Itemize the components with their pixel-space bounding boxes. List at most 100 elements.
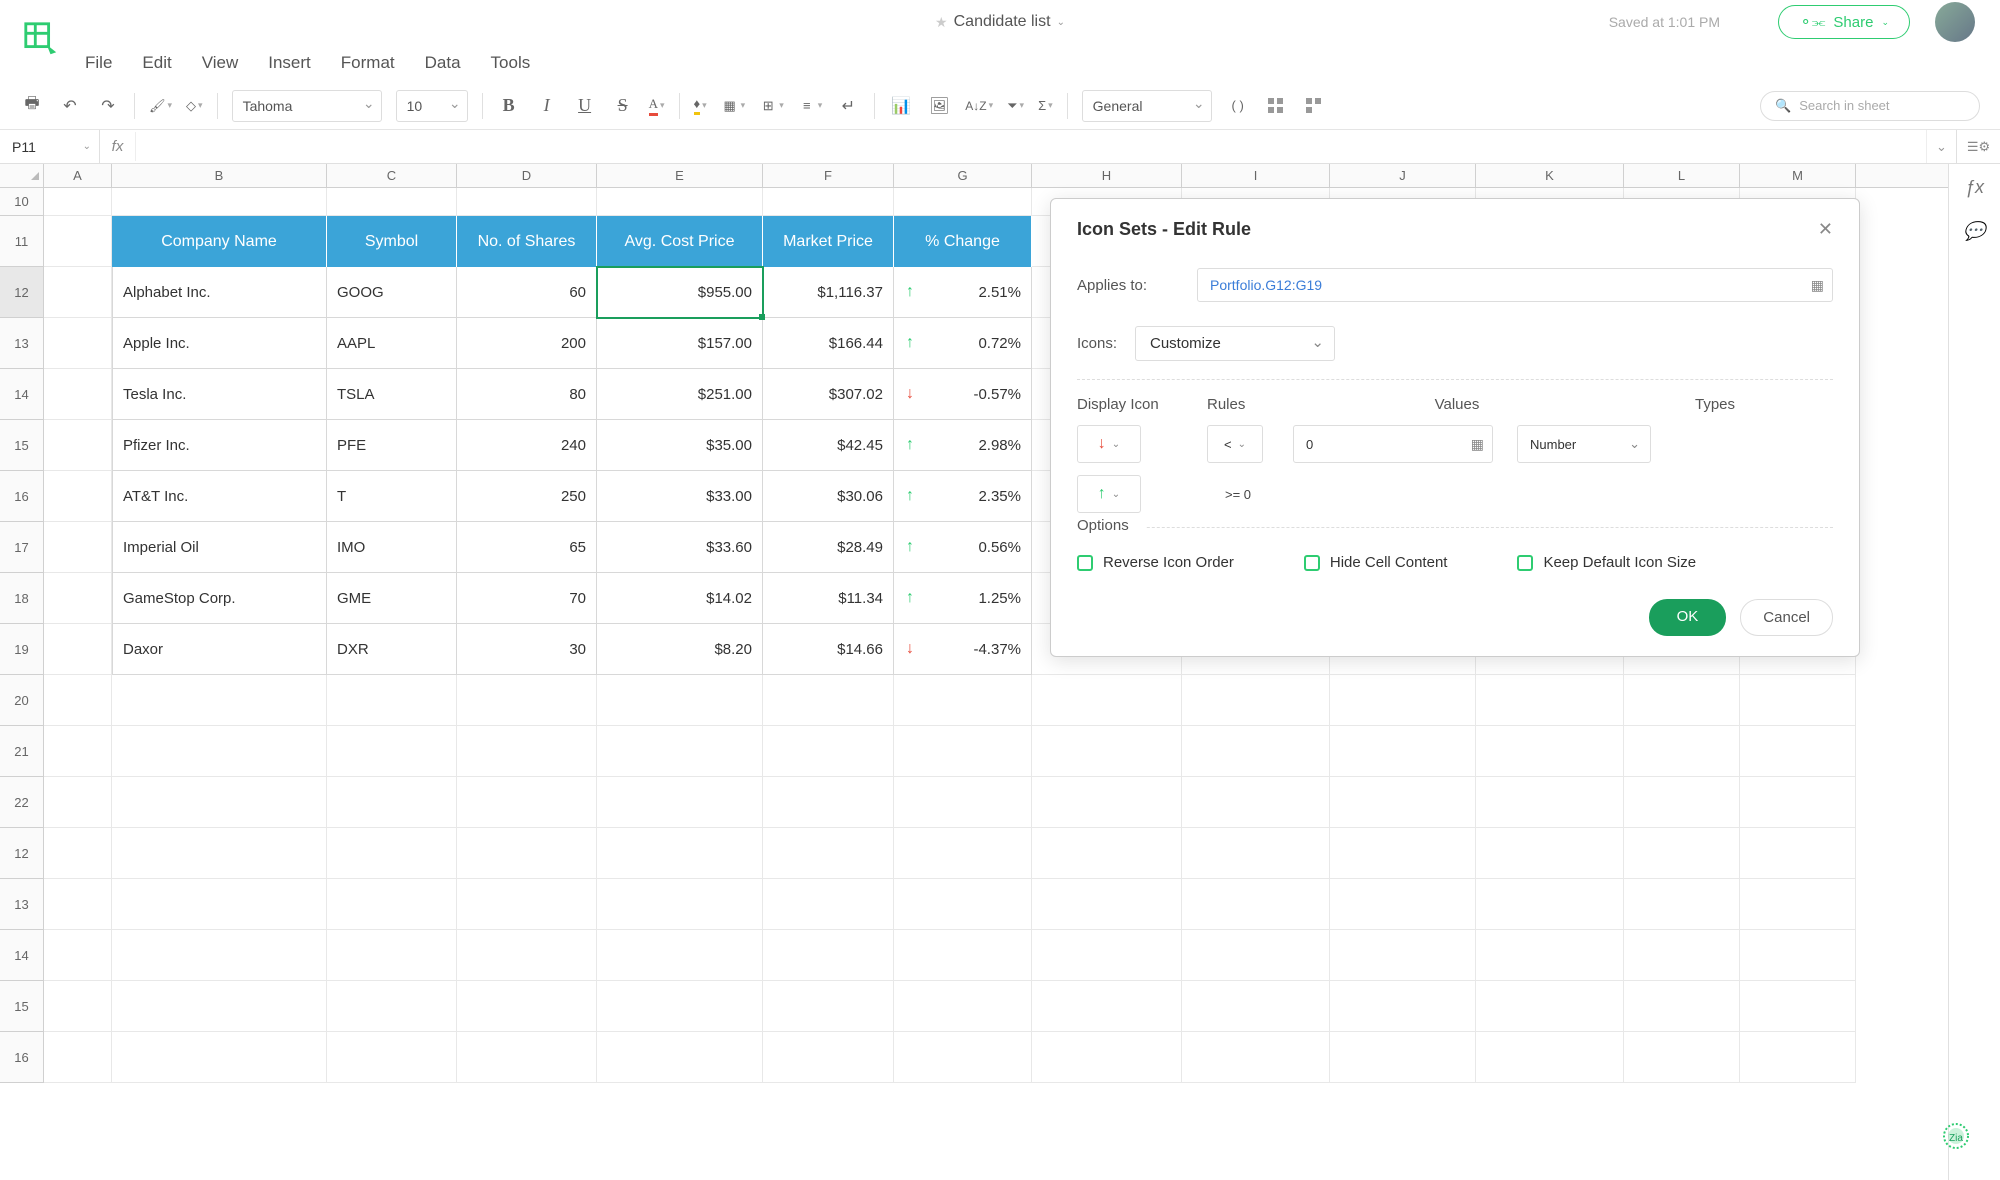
cell[interactable]	[327, 777, 457, 828]
cell[interactable]	[112, 828, 327, 879]
hide-content-checkbox[interactable]: Hide Cell Content	[1304, 554, 1448, 571]
cell[interactable]	[1740, 675, 1856, 726]
cell[interactable]	[44, 981, 112, 1032]
cell[interactable]	[1740, 981, 1856, 1032]
cell[interactable]	[44, 216, 112, 267]
merge-cells-button[interactable]: ⊞▾	[759, 97, 784, 115]
cell[interactable]	[1032, 777, 1182, 828]
row-header[interactable]: 16	[0, 1032, 44, 1083]
borders-button[interactable]: ▦▾	[721, 97, 746, 115]
cell[interactable]: GOOG	[327, 267, 457, 318]
column-header-G[interactable]: G	[894, 164, 1032, 187]
clear-format-icon[interactable]: ◇▾	[186, 98, 203, 114]
cell[interactable]	[327, 879, 457, 930]
number-format-select[interactable]: General	[1082, 90, 1212, 122]
fill-color-button[interactable]: ♦▾	[694, 96, 707, 115]
cell[interactable]	[1330, 879, 1476, 930]
row-header[interactable]: 13	[0, 879, 44, 930]
cell[interactable]: ↑2.51%	[894, 267, 1032, 318]
cell[interactable]: 200	[457, 318, 597, 369]
row-header[interactable]: 14	[0, 369, 44, 420]
row-header[interactable]: 21	[0, 726, 44, 777]
icon-select-1[interactable]: ↓⌄	[1077, 425, 1141, 463]
text-color-button[interactable]: A▾	[649, 96, 665, 116]
row-header[interactable]: 14	[0, 930, 44, 981]
cell[interactable]: 80	[457, 369, 597, 420]
cell[interactable]: PFE	[327, 420, 457, 471]
cell[interactable]: 30	[457, 624, 597, 675]
bold-button[interactable]: B	[497, 92, 521, 120]
cell[interactable]	[1476, 777, 1624, 828]
cell[interactable]: $30.06	[763, 471, 894, 522]
cell[interactable]: No. of Shares	[457, 216, 597, 267]
cell[interactable]	[597, 828, 763, 879]
sort-button[interactable]: A↓Z▾	[965, 99, 993, 113]
cell[interactable]	[597, 777, 763, 828]
cell[interactable]: ↑2.35%	[894, 471, 1032, 522]
undo-icon[interactable]: ↶	[58, 92, 82, 120]
cell[interactable]	[457, 981, 597, 1032]
sidebar-toggle-icon[interactable]: ☰⚙	[1956, 130, 2000, 163]
row-header[interactable]: 15	[0, 420, 44, 471]
cell[interactable]	[894, 777, 1032, 828]
cell[interactable]	[1182, 777, 1330, 828]
cell[interactable]: ↑2.98%	[894, 420, 1032, 471]
row-header[interactable]: 12	[0, 828, 44, 879]
menu-data[interactable]: Data	[425, 53, 461, 73]
wrap-text-button[interactable]: ↵	[836, 92, 860, 120]
column-header-D[interactable]: D	[457, 164, 597, 187]
cell[interactable]	[763, 188, 894, 216]
cell[interactable]: AAPL	[327, 318, 457, 369]
font-family-select[interactable]: Tahoma	[232, 90, 382, 122]
cell[interactable]: TSLA	[327, 369, 457, 420]
cell[interactable]	[112, 777, 327, 828]
cell[interactable]	[44, 624, 112, 675]
cell[interactable]: 65	[457, 522, 597, 573]
row-header[interactable]: 22	[0, 777, 44, 828]
cell[interactable]: $955.00	[597, 267, 763, 318]
row-header[interactable]: 15	[0, 981, 44, 1032]
cell[interactable]	[1740, 726, 1856, 777]
close-icon[interactable]: ✕	[1818, 219, 1833, 240]
cell[interactable]: % Change	[894, 216, 1032, 267]
cell[interactable]: $157.00	[597, 318, 763, 369]
cell[interactable]	[1740, 930, 1856, 981]
value-input-1[interactable]: 0▦	[1293, 425, 1493, 463]
column-header-B[interactable]: B	[112, 164, 327, 187]
fx-panel-icon[interactable]: ƒx	[1964, 176, 1986, 198]
cell[interactable]	[1032, 675, 1182, 726]
cell[interactable]	[1330, 981, 1476, 1032]
ok-button[interactable]: OK	[1649, 599, 1727, 636]
cell[interactable]	[44, 369, 112, 420]
cell[interactable]	[327, 828, 457, 879]
cell[interactable]	[763, 675, 894, 726]
cell[interactable]	[1032, 726, 1182, 777]
cell[interactable]	[457, 777, 597, 828]
fx-icon[interactable]: fx	[100, 132, 136, 161]
paint-format-icon[interactable]: 🖌▾	[149, 98, 172, 114]
cell[interactable]	[1624, 675, 1740, 726]
cell[interactable]	[44, 573, 112, 624]
cell[interactable]	[44, 879, 112, 930]
operator-select-1[interactable]: <⌄	[1207, 425, 1263, 463]
column-header-A[interactable]: A	[44, 164, 112, 187]
column-header-M[interactable]: M	[1740, 164, 1856, 187]
cell[interactable]	[327, 930, 457, 981]
cell[interactable]: $42.45	[763, 420, 894, 471]
cell[interactable]	[894, 1032, 1032, 1083]
cell[interactable]	[457, 879, 597, 930]
cell[interactable]: 250	[457, 471, 597, 522]
cell[interactable]: $166.44	[763, 318, 894, 369]
cell[interactable]	[763, 1032, 894, 1083]
cell[interactable]	[1740, 828, 1856, 879]
cell[interactable]	[44, 675, 112, 726]
search-input[interactable]: 🔍 Search in sheet	[1760, 91, 1980, 121]
cell[interactable]	[1032, 828, 1182, 879]
cell[interactable]	[1476, 879, 1624, 930]
cell-reference-box[interactable]: P11 ⌄	[0, 130, 100, 163]
cell[interactable]	[894, 726, 1032, 777]
cell[interactable]: GME	[327, 573, 457, 624]
cell[interactable]	[1624, 777, 1740, 828]
cell[interactable]	[1182, 675, 1330, 726]
cell[interactable]	[44, 318, 112, 369]
